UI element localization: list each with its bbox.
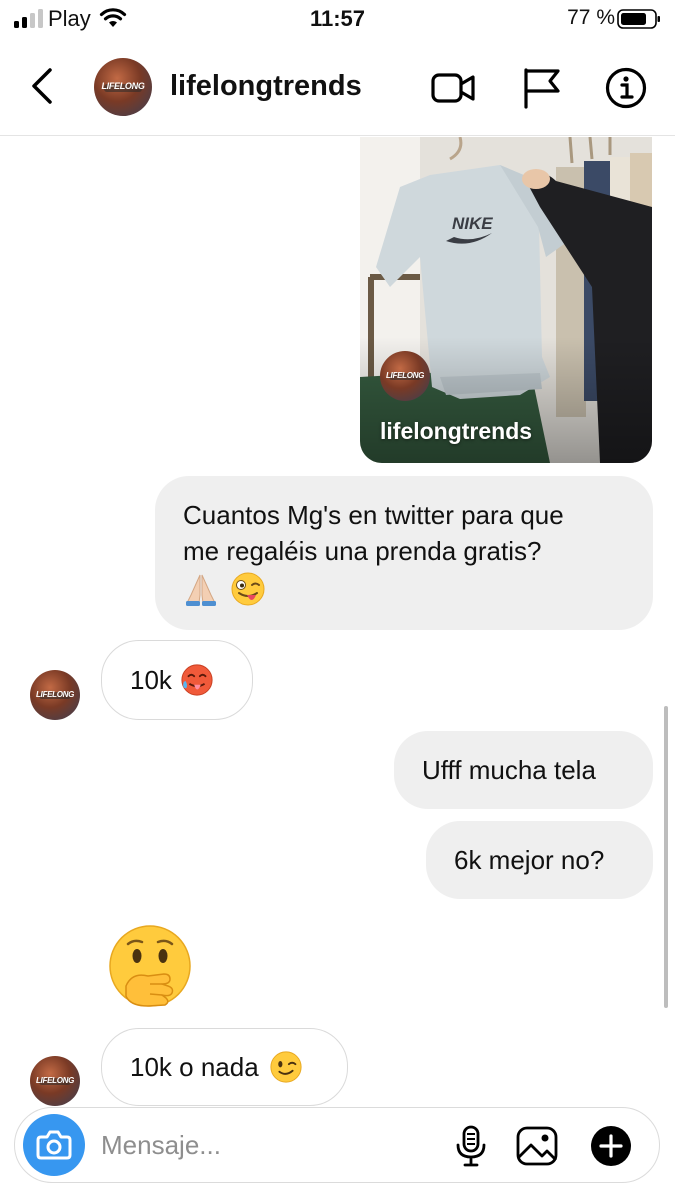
hot-face-icon [181,664,213,696]
sender-avatar[interactable]: LIFELONG [30,1056,80,1106]
chat-header: LIFELONG lifelongtrends [0,40,675,136]
info-icon[interactable] [604,66,650,110]
gallery-icon[interactable] [515,1124,559,1168]
message-text: Cuantos Mg's en twitter para que [183,500,564,530]
post-username[interactable]: lifelongtrends [380,418,532,445]
message-bubble-incoming[interactable]: 10k [101,640,253,720]
message-text: 6k mejor no? [454,845,605,875]
avatar-logo-text: LIFELONG [101,81,145,92]
folded-hands-icon [186,574,216,607]
flag-icon[interactable] [520,66,566,110]
avatar-logo-text: LIFELONG [35,690,75,699]
camera-button[interactable] [23,1114,85,1176]
face-with-hand-over-mouth-icon[interactable] [104,922,196,1014]
message-bubble-outgoing[interactable]: 6k mejor no? [426,821,653,899]
chat-username[interactable]: lifelongtrends [170,70,362,103]
message-bubble-outgoing[interactable]: Cuantos Mg's en twitter para que me rega… [155,476,653,630]
message-bubble-outgoing[interactable]: Ufff mucha tela [394,731,653,809]
message-composer [14,1107,660,1183]
back-icon[interactable] [26,64,62,108]
post-image: NIKE [360,137,652,463]
message-bubble-incoming[interactable]: 10k o nada [101,1028,348,1106]
header-avatar[interactable]: LIFELONG [94,58,152,116]
winking-face-icon [270,1051,302,1083]
battery-percent: 77 % [567,6,615,29]
avatar-logo-text: LIFELONG [385,371,425,380]
microphone-icon[interactable] [449,1124,493,1168]
message-text: 10k [130,665,172,695]
shirt-brand-text: NIKE [452,214,493,233]
scroll-indicator[interactable] [664,706,668,1008]
message-input[interactable] [101,1126,421,1164]
battery-icon [617,9,660,29]
avatar-logo-text: LIFELONG [35,1076,75,1085]
video-call-icon[interactable] [430,66,476,110]
message-text: me regaléis una prenda gratis? [183,536,542,566]
message-text: Ufff mucha tela [422,755,596,785]
camera-icon [36,1130,72,1160]
message-text: 10k o nada [130,1052,259,1082]
winking-tongue-face-icon [231,572,265,606]
post-avatar: LIFELONG [380,351,430,401]
shared-post[interactable]: NIKE LIFELONG lifelongtrends [360,137,652,463]
sender-avatar[interactable]: LIFELONG [30,670,80,720]
status-bar: Play 11:57 77 % [0,0,675,40]
add-icon[interactable] [589,1124,633,1168]
